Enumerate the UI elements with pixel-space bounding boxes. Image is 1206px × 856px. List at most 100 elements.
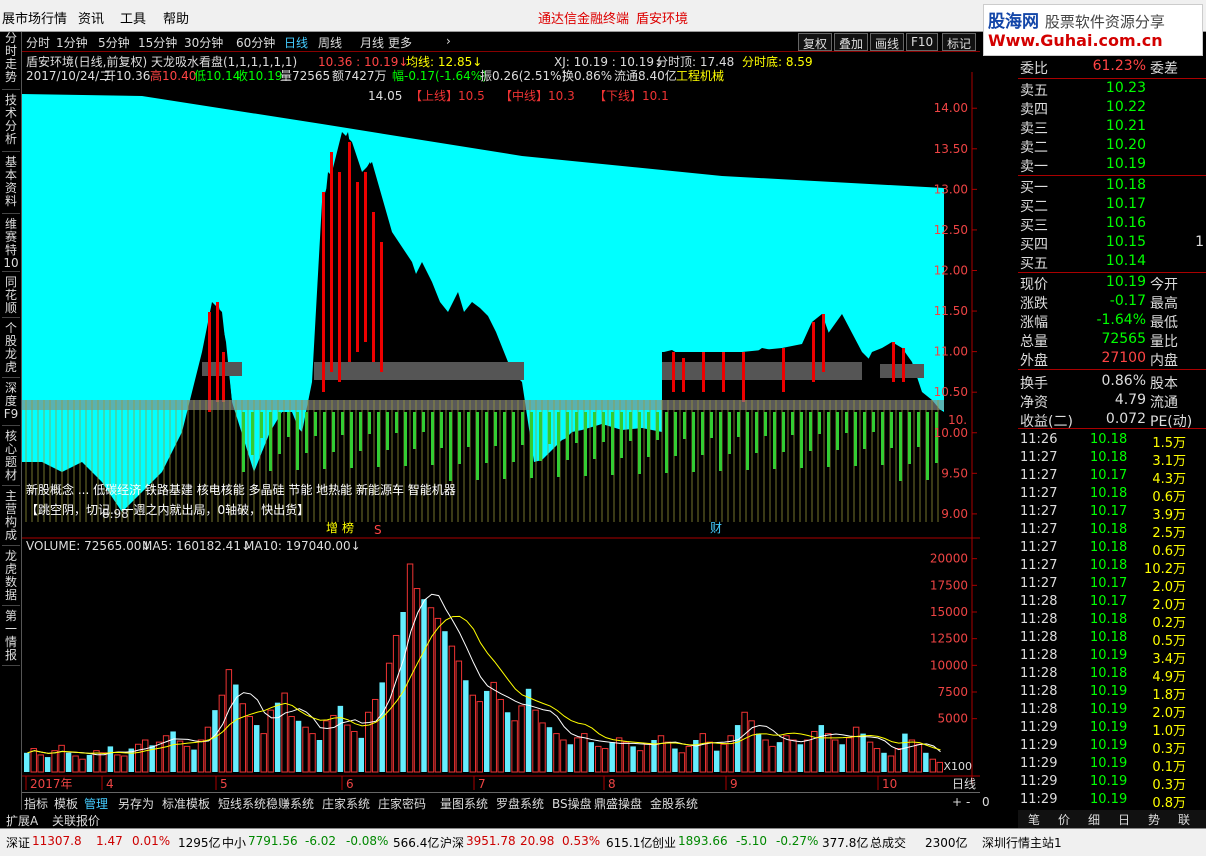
stat-label: 总量 [1020,334,1048,350]
right-tab-0[interactable]: 笔 [1028,811,1040,828]
volume-bar [567,744,574,772]
right-tab-5[interactable]: 联 [1178,811,1190,828]
stat-value: 10.19 [1105,274,1146,290]
timeframe-8[interactable]: 月线 [360,34,384,51]
stat-label: 外盘 [1020,353,1048,369]
tick-price: 10.17 [1090,468,1128,483]
zoom-0[interactable]: + [952,795,962,809]
down-bar [251,412,254,455]
bar-high: 高10.40 [150,68,196,83]
stock-title: 盾安环境 [636,12,689,27]
side-tabs: 分时走势技术分析基本资料维赛特10 同花顺个股龙虎深度F9 核心题材主营构成龙虎数据… [0,32,22,828]
down-bar [926,412,929,480]
side-tab-5[interactable]: 个股龙虎 [2,322,20,378]
menu-tools[interactable]: 工具 [120,8,146,27]
side-tab-3[interactable]: 维赛特10 [2,218,20,272]
kline-chart[interactable]: 14.00 13.50 13.00 12.50 12.00 11.50 11.00 10.50… [22,52,980,792]
right-tab-2[interactable]: 细 [1088,811,1100,828]
sub-tab-0[interactable]: 扩展A [6,812,38,829]
tick-row: 11:27 10.17 3.9万 [1018,504,1206,523]
side-tab-1[interactable]: 技术分析 [2,94,20,152]
chart-btn-0[interactable]: 复权 [798,33,833,51]
tick-price: 10.19 [1090,684,1128,699]
sub-tab-1[interactable]: 关联报价 [52,812,100,829]
buy-price: 10.14 [1105,253,1146,269]
down-bar [521,412,524,445]
side-tab-2[interactable]: 基本资料 [2,156,20,214]
timeframe-2[interactable]: 5分钟 [98,34,130,51]
down-bar [440,412,443,448]
tick-price: 10.19 [1090,738,1128,753]
chart-btn-3[interactable]: F10 [906,33,939,51]
volume-bar [504,712,511,772]
side-tab-4[interactable]: 同花顺 [2,276,20,318]
buy-label: 买三 [1020,218,1048,234]
tick-price: 10.19 [1090,756,1128,771]
chart-btn-4[interactable]: 标记 [942,33,977,51]
tick-row: 11:27 10.18 3.1万 [1018,450,1206,469]
tick-time: 11:28 [1020,666,1058,681]
buy-label: 买一 [1020,180,1048,196]
right-tab-4[interactable]: 势 [1148,811,1160,828]
bar-float: 流通8.40亿 [614,68,677,83]
down-bar [566,412,569,460]
timeframe-3[interactable]: 15分钟 [138,34,177,51]
warn-label: 【中线破，快逃脱】 [496,116,604,131]
chart-buttons: 复权 叠加 画线 F10 标记 [798,32,980,52]
stat-label: 涨跌 [1020,296,1048,312]
chart-btn-2[interactable]: 画线 [870,33,905,51]
sell-row: 卖三 10.21 [1018,118,1206,137]
volume-bar [170,731,176,772]
marker-bang: 榜 [342,520,354,535]
down-bar [449,412,452,481]
zoom-1[interactable]: - [966,795,970,809]
timeframe-6[interactable]: 日线 [284,34,308,51]
chevron-right-icon[interactable]: › [446,34,451,48]
timeframe-4[interactable]: 30分钟 [184,34,223,51]
down-bar [701,412,704,455]
volume-bar [463,680,469,772]
tick-price: 10.19 [1090,774,1128,789]
menu-help[interactable]: 帮助 [163,8,189,27]
right-tab-3[interactable]: 日 [1118,811,1130,828]
tick-vol: 2.0万 [1152,580,1186,595]
side-tab-8[interactable]: 主营构成 [2,490,20,546]
down-bar [899,412,902,481]
ma5-header: MA5: 160182.41↓ [142,539,251,553]
sell-row: 卖五 10.23 [1018,80,1206,99]
timeframe-7[interactable]: 周线 [318,34,342,51]
tick-row: 11:29 10.19 1.0万 [1018,720,1206,739]
chart-btn-1[interactable]: 叠加 [834,33,869,51]
menu-market[interactable]: 展市场行情 [2,8,67,27]
menu-news[interactable]: 资讯 [78,8,104,27]
right-tab-1[interactable]: 价 [1058,811,1070,828]
side-tab-6[interactable]: 深度F9 [2,382,20,426]
volume-bar [860,733,866,772]
down-bar [683,412,686,439]
timeframe-1[interactable]: 1分钟 [56,34,88,51]
kline-svg[interactable]: 14.0013.5013.0012.5012.0011.5011.0010.50… [22,52,980,792]
tick-price: 10.18 [1090,486,1128,501]
side-tab-0[interactable]: 分时走势 [2,32,20,90]
down-bar [467,412,470,447]
up-candle [902,348,905,382]
timeframe-5[interactable]: 60分钟 [236,34,275,51]
idx-sz-label: 深证 [6,836,31,850]
side-tab-7[interactable]: 核心题材 [2,430,20,486]
marker-zeng: 增 [326,521,338,535]
down-bar [647,412,650,457]
zoom-2[interactable]: 0 [982,795,990,809]
indicator-tabs: 指标 模板 管理 另存为 标准模板 短线系统 稳赚系统 庄家系统 庄家密码 量图系统 罗盘系统 BS操… [22,792,990,811]
stat-value: 4.79 [1114,392,1146,408]
side-tab-10[interactable]: 第一情报 [2,610,20,666]
server-station[interactable]: 深圳行情主站1 [982,834,1062,851]
sell-label: 卖一 [1020,159,1048,175]
tip-text: 【跳空阴，切记...一週之内就出局，0轴破，快出货】 [26,502,309,517]
side-tab-9[interactable]: 龙虎数据 [2,550,20,606]
band [662,362,862,380]
timeframe-0[interactable]: 分时 [26,34,50,51]
timeframe-9[interactable]: 更多 [388,34,412,51]
stat-label: 净资 [1020,395,1048,411]
divider [1018,272,1206,273]
concept-text: 新股概念 ... 低碳经济 铁路基建 核电核能 多晶硅 节能 地热能 新能源车 … [26,482,456,497]
